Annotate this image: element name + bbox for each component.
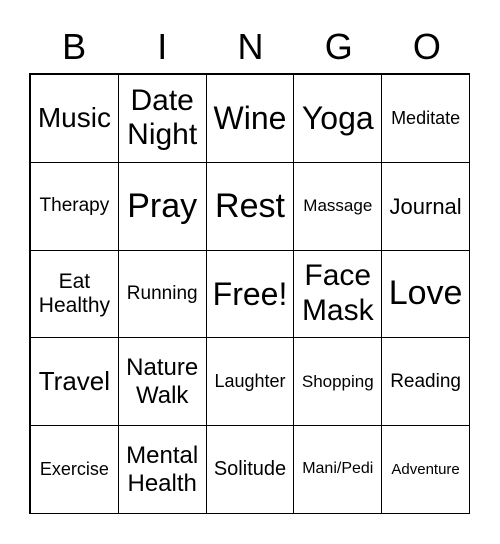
cell-text: Laughter xyxy=(214,371,285,392)
cell-text: Massage xyxy=(303,196,372,216)
bingo-cell[interactable]: Nature Walk xyxy=(117,337,207,427)
bingo-cell[interactable]: Reading xyxy=(381,337,470,427)
cell-text-line: Music xyxy=(37,102,111,134)
header-letter-g: G xyxy=(324,26,353,67)
bingo-cell[interactable]: Solitude xyxy=(205,425,295,514)
bingo-cell[interactable]: Laughter xyxy=(205,337,295,427)
bingo-cell[interactable]: Exercise xyxy=(30,425,119,514)
cell-text-line: Love xyxy=(388,274,463,313)
cell-text: Travel xyxy=(38,365,111,397)
cell-text: Reading xyxy=(390,371,461,393)
cell-text: Free! xyxy=(213,276,288,313)
cell-text-line: Pray xyxy=(127,186,198,225)
cell-text-line: Adventure xyxy=(391,460,460,478)
cell-text: Music xyxy=(38,102,111,134)
cell-text-line: Shopping xyxy=(301,372,374,392)
cell-text-line: Face xyxy=(304,259,372,293)
cell-text: Mani/Pedi xyxy=(302,460,373,478)
bingo-cell[interactable]: Pray xyxy=(117,161,207,251)
cell-text-line: Massage xyxy=(303,196,373,216)
cell-text: Wine xyxy=(214,100,287,137)
cell-text-line: Laughter xyxy=(214,371,286,392)
bingo-header: B I N G O xyxy=(30,22,471,72)
bingo-cell[interactable]: Mental Health xyxy=(117,425,207,514)
bingo-cell[interactable]: Wine xyxy=(205,74,295,163)
cell-text-line: Walk xyxy=(135,381,189,409)
header-letter-b: B xyxy=(62,26,87,67)
cell-text-line: Reading xyxy=(390,370,461,392)
cell-text: Pray xyxy=(127,187,197,226)
cell-text: Nature Walk xyxy=(126,354,198,409)
cell-text-line: Therapy xyxy=(39,195,110,217)
cell-text-line: Date xyxy=(130,83,194,117)
cell-text: Running xyxy=(127,283,198,305)
cell-text-line: Journal xyxy=(389,193,462,219)
bingo-cell[interactable]: Adventure xyxy=(381,425,470,514)
cell-text: Face Mask xyxy=(302,259,374,328)
bingo-cell[interactable]: Face Mask xyxy=(293,249,383,339)
cell-text-line: Mani/Pedi xyxy=(302,460,374,478)
bingo-cell[interactable]: Yoga xyxy=(293,74,383,163)
cell-text: Exercise xyxy=(40,459,109,480)
cell-text-line: Rest xyxy=(215,186,285,225)
cell-text: Solitude xyxy=(214,458,286,481)
bingo-grid: Music Date Night Wine Yoga Meditate Therapy Pra… xyxy=(29,73,470,514)
cell-text-line: Wine xyxy=(213,100,287,136)
cell-text: Journal xyxy=(390,194,462,219)
cell-text-line: Healthy xyxy=(38,293,110,317)
cell-text: Love xyxy=(389,274,463,313)
bingo-cell[interactable]: Meditate xyxy=(381,74,470,163)
bingo-cell[interactable]: Travel xyxy=(30,337,119,427)
cell-text-line: Nature xyxy=(126,354,199,382)
cell-text-line: Free! xyxy=(212,275,288,312)
bingo-cell[interactable]: Shopping xyxy=(293,337,383,427)
cell-text-line: Health xyxy=(127,469,197,497)
cell-text: Adventure xyxy=(391,461,459,478)
bingo-cell[interactable]: Therapy xyxy=(30,161,119,251)
bingo-cell[interactable]: Mani/Pedi xyxy=(293,425,383,514)
header-letter-i: I xyxy=(157,26,168,67)
bingo-cell[interactable]: Rest xyxy=(205,161,295,251)
header-letter-o: O xyxy=(412,26,441,67)
bingo-cell[interactable]: Free! xyxy=(205,249,295,339)
cell-text-line: Travel xyxy=(38,365,111,396)
cell-text-line: Night xyxy=(127,118,198,152)
header-letter-n: N xyxy=(237,26,264,67)
cell-text-line: Solitude xyxy=(213,458,287,481)
cell-text: Mental Health xyxy=(126,442,198,497)
bingo-cell[interactable]: Music xyxy=(30,74,119,163)
bingo-cell[interactable]: Love xyxy=(381,249,470,339)
cell-text: Therapy xyxy=(40,195,110,217)
cell-text-line: Meditate xyxy=(391,108,461,129)
cell-text-line: Yoga xyxy=(301,100,374,136)
cell-text-line: Running xyxy=(126,283,198,305)
bingo-cell[interactable]: Date Night xyxy=(117,74,207,163)
bingo-cell[interactable]: Eat Healthy xyxy=(30,249,119,339)
cell-text: Shopping xyxy=(302,372,374,392)
cell-text: Yoga xyxy=(302,100,374,137)
bingo-cell[interactable]: Running xyxy=(117,249,207,339)
bingo-cell[interactable]: Journal xyxy=(381,161,470,251)
cell-text: Meditate xyxy=(391,108,460,129)
cell-text-line: Eat xyxy=(58,269,91,293)
cell-text: Eat Healthy xyxy=(39,270,110,318)
cell-text-line: Mask xyxy=(301,293,374,327)
cell-text-line: Mental xyxy=(126,442,199,469)
cell-text: Rest xyxy=(215,187,285,226)
cell-text: Date Night xyxy=(127,84,197,153)
bingo-cell[interactable]: Massage xyxy=(293,161,383,251)
cell-text-line: Exercise xyxy=(39,459,109,480)
